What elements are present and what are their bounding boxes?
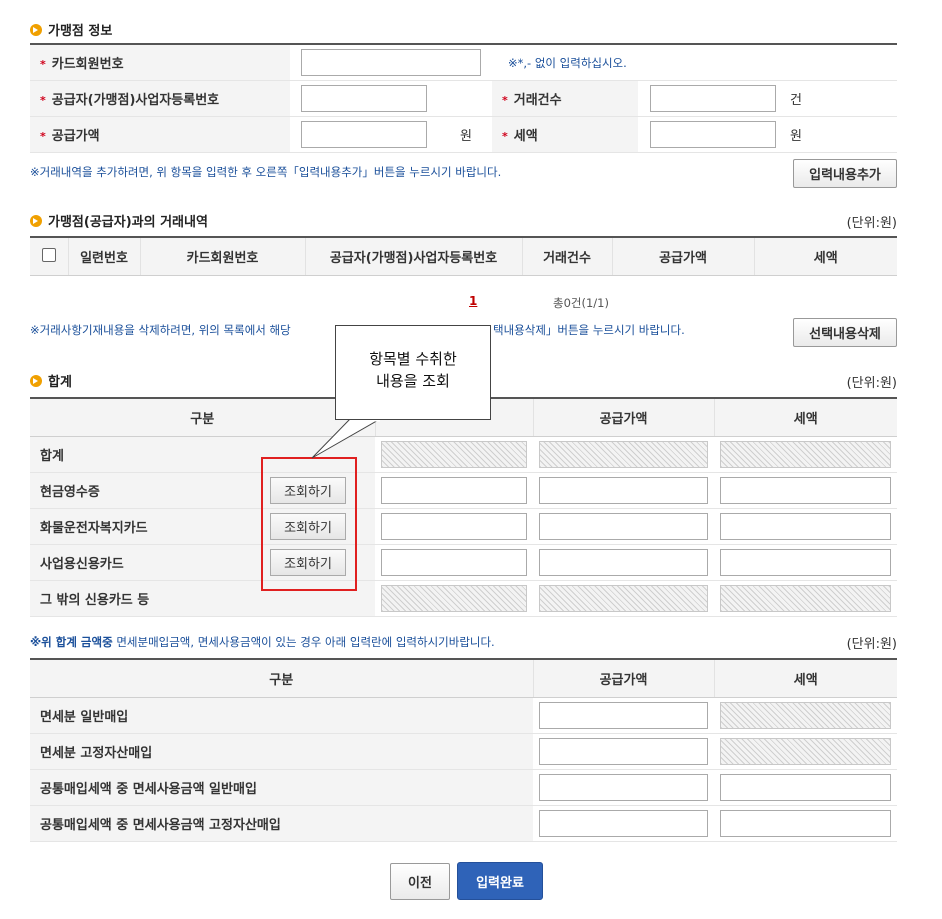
select-all-cell	[30, 237, 68, 276]
total-count-field	[381, 441, 527, 468]
transactions-table: 일련번호 카드회원번호 공급자(가맹점)사업자등록번호 거래건수 공급가액 세액	[30, 236, 897, 276]
total-tax-field	[720, 441, 891, 468]
summary-unit: (단위:원)	[846, 376, 897, 391]
welfare-card-supply-input[interactable]	[539, 513, 708, 540]
total-supply-field	[539, 441, 708, 468]
count-label: * 거래건수	[492, 80, 638, 117]
supply-label: * 공급가액	[30, 116, 290, 153]
summary-table: 구분 공급가액 세액 합계 현금영수증 조회하기 화물운전자복지카드 조회하기 …	[30, 397, 897, 617]
section-title-summary: 합계	[30, 371, 72, 390]
submit-button[interactable]: 입력완료	[457, 862, 543, 900]
add-entry-button[interactable]: 입력내용추가	[793, 159, 897, 188]
exempt-col-category: 구분	[30, 659, 533, 698]
exempt-row-common-general: 공통매입세액 중 면세사용금액 일반매입	[30, 769, 897, 806]
count-unit: 건	[790, 93, 802, 108]
total-count: 총0건(1/1)	[553, 296, 609, 310]
delete-selected-button[interactable]: 선택내용삭제	[793, 318, 897, 347]
exempt-note: ※위 합계 금액중 면세분매입금액, 면세사용금액이 있는 경우 아래 입력란에…	[30, 635, 495, 649]
highlight-box	[261, 457, 357, 591]
callout-line1: 항목별 수취한	[369, 350, 457, 368]
exempt-general-supply-input[interactable]	[539, 702, 708, 729]
select-all-checkbox[interactable]	[41, 247, 56, 262]
other-card-supply-field	[539, 585, 708, 612]
summary-col-supply: 공급가액	[532, 398, 714, 437]
business-card-supply-input[interactable]	[539, 549, 708, 576]
tax-label: * 세액	[492, 116, 638, 153]
welfare-card-count-input[interactable]	[381, 513, 527, 540]
business-card-count-input[interactable]	[381, 549, 527, 576]
supply-input[interactable]	[301, 121, 427, 148]
transactions-unit: (단위:원)	[846, 216, 897, 231]
callout-bubble: 항목별 수취한 내용을 조회	[335, 325, 491, 420]
tax-unit: 원	[790, 129, 802, 144]
exempt-fixed-tax-field	[720, 738, 891, 765]
business-card-tax-input[interactable]	[720, 549, 891, 576]
summary-row-business-card: 사업용신용카드 조회하기	[30, 544, 897, 581]
bullet-icon	[30, 374, 42, 387]
summary-row-cash-receipt: 현금영수증 조회하기	[30, 472, 897, 509]
tax-input[interactable]	[650, 121, 776, 148]
other-card-tax-field	[720, 585, 891, 612]
summary-row-welfare-card: 화물운전자복지카드 조회하기	[30, 508, 897, 545]
merchant-form: * 카드회원번호 ※*,- 없이 입력하십시오. * 공급자(가맹점)사업자등록번호…	[30, 43, 898, 153]
exempt-unit: (단위:원)	[846, 637, 897, 652]
callout-line2: 내용을 조회	[376, 372, 450, 390]
bullet-icon	[30, 23, 42, 36]
page-link-1[interactable]: 1	[469, 294, 477, 308]
welfare-card-tax-input[interactable]	[720, 513, 891, 540]
cash-receipt-count-input[interactable]	[381, 477, 527, 504]
card-no-hint: ※*,- 없이 입력하십시오.	[508, 55, 627, 70]
card-no-input[interactable]	[301, 49, 481, 76]
col-count: 거래건수	[521, 237, 612, 276]
exempt-col-tax: 세액	[713, 659, 897, 698]
delete-note-a: ※거래사항기재내용을 삭제하려면, 위의 목록에서 해당	[30, 323, 291, 337]
delete-note-b: 택내용삭제」버튼을 누르시기 바랍니다.	[493, 323, 685, 337]
exempt-row-general: 면세분 일반매입	[30, 697, 897, 734]
exempt-general-tax-field	[720, 702, 891, 729]
exempt-fixed-supply-input[interactable]	[539, 738, 708, 765]
section-title-merchant: 가맹점 정보	[30, 20, 112, 39]
biz-no-label: * 공급자(가맹점)사업자등록번호	[30, 80, 290, 117]
biz-no-input[interactable]	[301, 85, 427, 112]
col-card-no: 카드회원번호	[139, 237, 305, 276]
col-supply: 공급가액	[611, 237, 754, 276]
common-general-supply-input[interactable]	[539, 774, 708, 801]
card-no-label: * 카드회원번호	[30, 44, 290, 81]
col-biz-no: 공급자(가맹점)사업자등록번호	[304, 237, 522, 276]
common-fixed-tax-input[interactable]	[720, 810, 891, 837]
bullet-icon	[30, 214, 42, 227]
count-input[interactable]	[650, 85, 776, 112]
supply-unit: 원	[460, 129, 472, 144]
exempt-row-common-fixed: 공통매입세액 중 면세사용금액 고정자산매입	[30, 805, 897, 842]
summary-row-total: 합계	[30, 436, 897, 473]
common-general-tax-input[interactable]	[720, 774, 891, 801]
cash-receipt-tax-input[interactable]	[720, 477, 891, 504]
exempt-col-supply: 공급가액	[532, 659, 714, 698]
col-tax: 세액	[753, 237, 897, 276]
other-card-count-field	[381, 585, 527, 612]
section-title-transactions: 가맹점(공급자)과의 거래내역	[30, 211, 208, 230]
add-note: ※거래내역을 추가하려면, 위 항목을 입력한 후 오른쪽「입력내용추가」버튼을…	[30, 165, 502, 179]
summary-row-other-card: 그 밖의 신용카드 등	[30, 580, 897, 617]
summary-col-tax: 세액	[713, 398, 897, 437]
exempt-table: 구분 공급가액 세액 면세분 일반매입 면세분 고정자산매입 공통매입세액 중 …	[30, 658, 897, 842]
exempt-row-fixed-asset: 면세분 고정자산매입	[30, 733, 897, 770]
cash-receipt-supply-input[interactable]	[539, 477, 708, 504]
common-fixed-supply-input[interactable]	[539, 810, 708, 837]
col-serial: 일련번호	[67, 237, 140, 276]
prev-button[interactable]: 이전	[390, 863, 450, 900]
